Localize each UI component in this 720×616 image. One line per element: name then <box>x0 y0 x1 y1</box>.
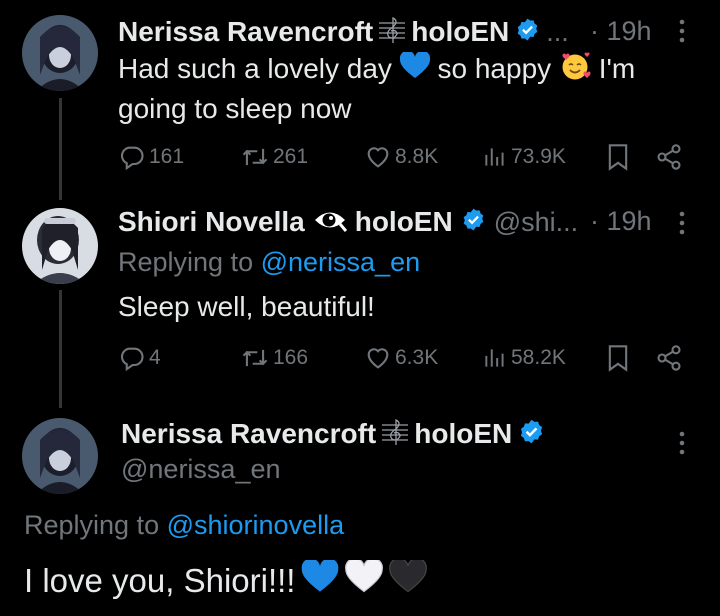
like-button[interactable]: 8.8K <box>364 143 438 171</box>
reply-icon <box>120 146 144 171</box>
action-bar: 161 261 8.8K 73.9K <box>118 142 688 172</box>
display-name[interactable]: Nerissa Ravencroft <box>118 16 373 48</box>
tweet-text-part: Had such a lovely day <box>118 53 392 84</box>
action-bar: 4 166 6.3K 58.2K <box>118 343 688 373</box>
tweet-text-part: I'm <box>598 53 636 84</box>
repost-icon <box>242 148 268 166</box>
more-options-icon[interactable] <box>672 430 692 461</box>
tweet-header: Shiori Novella holoEN @shi... <box>118 204 578 240</box>
views-button[interactable]: 58.2K <box>482 344 566 372</box>
share-icon[interactable] <box>655 344 683 372</box>
white-heart-emoji <box>345 557 384 602</box>
like-count: 6.3K <box>395 346 439 369</box>
more-options-icon[interactable] <box>672 210 692 241</box>
reply-count: 161 <box>149 145 185 168</box>
tweet-header: Nerissa Ravencroft holoEN ... <box>118 14 569 50</box>
tweet-text-part: so happy <box>437 53 552 84</box>
tweet-text: Sleep well, beautiful! <box>118 291 375 322</box>
views-button[interactable]: 73.9K <box>482 143 566 171</box>
handle[interactable]: ... <box>546 17 569 48</box>
tweet-text-part: going to sleep now <box>118 93 352 125</box>
verified-badge-icon <box>461 207 486 237</box>
display-name[interactable]: Shiori Novella <box>118 206 305 238</box>
replying-to: Replying to @nerissa_en <box>118 247 420 278</box>
repost-button[interactable]: 166 <box>240 344 308 372</box>
blue-heart-emoji <box>399 50 430 89</box>
views-icon <box>485 349 504 367</box>
eye-icon <box>313 207 347 238</box>
main-tweet-text-content: I love you, Shiori!!! <box>24 562 296 599</box>
avatar[interactable] <box>22 15 98 91</box>
timestamp[interactable]: · 19h <box>590 206 652 237</box>
replying-to: Replying to @shiorinovella <box>24 510 344 541</box>
handle[interactable]: @shi... <box>494 207 578 238</box>
verified-badge-icon <box>518 418 545 450</box>
verified-badge-icon <box>515 17 540 47</box>
like-count: 8.8K <box>395 145 439 168</box>
bookmark-icon[interactable] <box>606 143 630 171</box>
reply-count: 4 <box>149 346 161 369</box>
black-heart-emoji <box>389 557 428 602</box>
replying-to-link[interactable]: @shiorinovella <box>167 510 345 540</box>
more-options-icon[interactable] <box>672 18 692 49</box>
display-name[interactable]: Nerissa Ravencroft <box>121 418 376 450</box>
avatar[interactable] <box>22 208 98 284</box>
heart-icon <box>367 147 389 168</box>
treble-clef-icon <box>379 15 406 50</box>
tweet-text: Had such a lovely day so happy I'm going… <box>118 50 678 127</box>
thread-line <box>59 98 62 200</box>
avatar[interactable] <box>22 418 98 494</box>
reply-button[interactable]: 161 <box>118 143 184 171</box>
views-count: 73.9K <box>511 145 566 168</box>
treble-clef-icon <box>382 417 409 452</box>
views-count: 58.2K <box>511 346 566 369</box>
replying-to-label: Replying to <box>118 247 254 277</box>
bookmark-icon[interactable] <box>606 344 630 372</box>
blue-heart-emoji <box>301 558 339 602</box>
display-name-suffix[interactable]: holoEN <box>411 16 509 48</box>
smiling-face-with-hearts-emoji <box>559 51 591 90</box>
reply-icon <box>120 347 144 372</box>
repost-count: 166 <box>273 346 309 369</box>
display-name-suffix[interactable]: holoEN <box>355 206 453 238</box>
share-icon[interactable] <box>655 143 683 171</box>
replying-to-label: Replying to <box>24 510 160 540</box>
display-name-suffix[interactable]: holoEN <box>414 418 512 450</box>
repost-button[interactable]: 261 <box>240 143 308 171</box>
views-icon <box>485 148 504 166</box>
main-tweet-header: Nerissa Ravencroft holoEN <box>121 416 545 452</box>
timestamp[interactable]: · 19h <box>590 16 652 47</box>
like-button[interactable]: 6.3K <box>364 344 438 372</box>
replying-to-link[interactable]: @nerissa_en <box>261 247 421 277</box>
reply-button[interactable]: 4 <box>118 344 161 372</box>
repost-count: 261 <box>273 145 309 168</box>
repost-icon <box>242 349 268 367</box>
thread-line <box>59 290 62 408</box>
main-tweet-text: I love you, Shiori!!! <box>24 557 428 602</box>
handle[interactable]: @nerissa_en <box>121 454 281 485</box>
heart-icon <box>367 348 389 369</box>
